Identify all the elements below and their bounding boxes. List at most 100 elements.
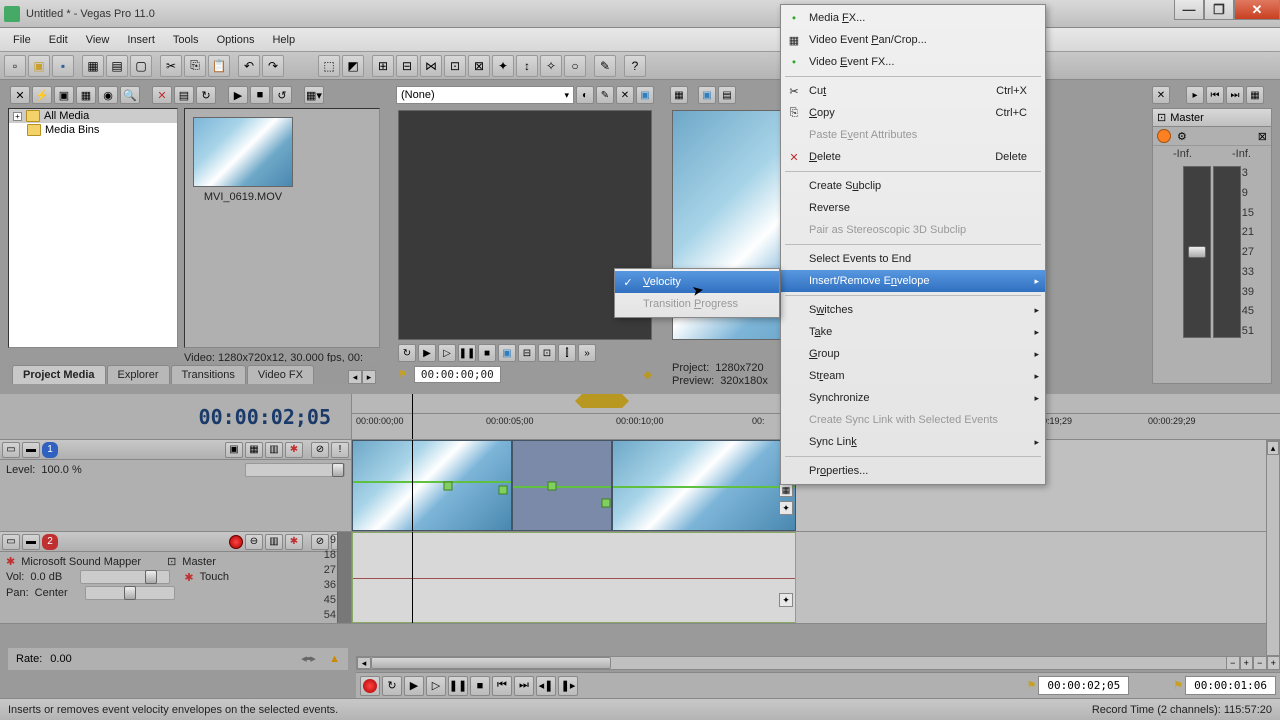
open-icon[interactable]: ▣ [28, 55, 50, 77]
menu-view[interactable]: View [77, 32, 119, 48]
close-button[interactable]: ✕ [1234, 0, 1280, 20]
add-icon[interactable]: ▣ [498, 344, 516, 362]
ctx-take[interactable]: Take▸ [781, 321, 1045, 343]
ctx-switches[interactable]: Switches▸ [781, 299, 1045, 321]
auto-icon[interactable]: ↺ [272, 86, 292, 104]
props-icon[interactable]: ▤ [106, 55, 128, 77]
zoom-vminus[interactable]: − [1253, 656, 1267, 670]
remove-icon[interactable]: ✕ [152, 86, 172, 104]
envelope-point[interactable] [443, 481, 452, 490]
arm-record-icon[interactable] [229, 535, 243, 549]
lock-icon[interactable]: ⊠ [468, 55, 490, 77]
crossfade-icon[interactable]: ⋈ [420, 55, 442, 77]
stop2-icon[interactable]: ■ [478, 344, 496, 362]
help-icon[interactable]: ? [624, 55, 646, 77]
meter-right[interactable]: 3915 212733 394551 [1213, 166, 1241, 338]
search-icon[interactable]: 🔍 [120, 86, 140, 104]
ctx-synchronize[interactable]: Synchronize▸ [781, 387, 1045, 409]
split-icon[interactable]: ✧ [540, 55, 562, 77]
event-fx-icon[interactable]: ✦ [779, 501, 793, 515]
timeline-hscroll[interactable]: ◂ ▸ [356, 656, 1264, 670]
track-number[interactable]: 2 [42, 534, 58, 550]
record-button[interactable] [360, 676, 380, 696]
save-icon[interactable]: ▪ [52, 55, 74, 77]
play-button[interactable]: ▷ [426, 676, 446, 696]
flag3-icon[interactable]: ⚑ [1173, 679, 1183, 692]
redo-icon[interactable]: ↷ [262, 55, 284, 77]
track-number[interactable]: 1 [42, 442, 58, 458]
ctx-insert-remove-envelope[interactable]: Insert/Remove Envelope▸ [781, 270, 1045, 292]
solo-icon[interactable]: ! [331, 442, 349, 458]
minimize-button[interactable]: — [1174, 0, 1204, 20]
ctx-pan-crop[interactable]: ▦Video Event Pan/Crop... [781, 29, 1045, 51]
video-clip[interactable]: ▦ ✦ [612, 440, 796, 531]
snap2-icon[interactable]: ⊟ [396, 55, 418, 77]
import-icon[interactable]: ▣ [54, 86, 74, 104]
video-clip[interactable] [352, 440, 512, 531]
gear2-icon[interactable]: ⚙ [1177, 130, 1187, 143]
paste-icon[interactable]: 📋 [208, 55, 230, 77]
zoom-plus[interactable]: + [1240, 656, 1254, 670]
pause-button[interactable]: ❚❚ [448, 676, 468, 696]
media-content[interactable]: MVI_0619.MOV [184, 108, 380, 348]
gear-icon[interactable] [1157, 129, 1171, 143]
flag-icon[interactable]: ⚑ [398, 368, 408, 381]
tab-video-fx[interactable]: Video FX [247, 365, 314, 384]
menu-help[interactable]: Help [263, 32, 304, 48]
minimize-track-icon[interactable]: ▭ [2, 534, 20, 550]
tree-media-bins[interactable]: Media Bins [9, 123, 177, 137]
views-icon[interactable]: ▦▾ [304, 86, 324, 104]
ext-icon[interactable]: ▣ [636, 86, 654, 104]
auto2-icon[interactable]: ✱ [285, 534, 303, 550]
selection-time-field[interactable]: 00:00:01:06 [1185, 676, 1276, 695]
dim-icon[interactable]: ▦ [1246, 86, 1264, 104]
ctx-cut[interactable]: ✂CutCtrl+X [781, 80, 1045, 102]
media-item[interactable]: MVI_0619.MOV [193, 117, 293, 203]
render-icon[interactable]: ▦ [82, 55, 104, 77]
maximize-track-icon[interactable]: ▬ [22, 534, 40, 550]
doc-icon[interactable]: ▢ [130, 55, 152, 77]
tab-transitions[interactable]: Transitions [171, 365, 246, 384]
minimize-track-icon[interactable]: ▭ [2, 442, 20, 458]
envelope-point[interactable] [602, 499, 611, 508]
tab-next[interactable]: ▸ [362, 370, 376, 384]
menu-edit[interactable]: Edit [40, 32, 77, 48]
go-start[interactable]: ⏮ [492, 676, 512, 696]
audio-clip[interactable]: ✦ [352, 532, 796, 623]
mixer-close-icon[interactable]: ✕ [1152, 86, 1170, 104]
playhead[interactable] [412, 394, 413, 439]
cursor-time-field[interactable]: 00:00:02;05 [1038, 676, 1129, 695]
tree-all-media[interactable]: +All Media [9, 109, 177, 123]
timeline-vscroll[interactable]: ▴ [1266, 440, 1280, 656]
fx-select[interactable]: (None) [396, 86, 574, 104]
mark-icon[interactable]: ⊡ [538, 344, 556, 362]
trimmer-time[interactable]: 00:00:00;00 [414, 366, 501, 383]
bypass-icon[interactable]: ▣ [225, 442, 243, 458]
ctx-subclip[interactable]: Create Subclip [781, 175, 1045, 197]
props2-icon[interactable]: ▤ [174, 86, 194, 104]
lightning-icon[interactable]: ⚡ [32, 86, 52, 104]
more-icon[interactable]: » [578, 344, 596, 362]
mapper-label[interactable]: Microsoft Sound Mapper [21, 556, 141, 568]
ext2-icon[interactable]: ▣ [698, 86, 716, 104]
tab-project-media[interactable]: Project Media [12, 365, 106, 384]
ctx-stream[interactable]: Stream▸ [781, 365, 1045, 387]
scroll-left[interactable]: ◂ [357, 657, 371, 669]
next-bus-icon[interactable]: ⏭ [1226, 86, 1244, 104]
cut-icon[interactable]: ✂ [160, 55, 182, 77]
ctx-copy[interactable]: ⎘CopyCtrl+C [781, 102, 1045, 124]
close-panel-icon[interactable]: ✕ [10, 86, 30, 104]
refresh-icon[interactable]: ↻ [196, 86, 216, 104]
zoom-minus[interactable]: − [1226, 656, 1240, 670]
loop-icon[interactable]: ↻ [398, 344, 416, 362]
cursor-icon[interactable]: ○ [564, 55, 586, 77]
loop-button[interactable]: ↻ [382, 676, 402, 696]
capture-icon[interactable]: ▦ [76, 86, 96, 104]
stop-icon[interactable]: ■ [250, 86, 270, 104]
fx1-icon[interactable]: ◐ [576, 86, 594, 104]
ctx-sync-link[interactable]: Sync Link▸ [781, 431, 1045, 453]
mute-icon[interactable]: ⊠ [1258, 130, 1267, 143]
scrub-control[interactable]: ◂▪▪▪▸ [301, 652, 321, 666]
motion-icon[interactable]: ▦ [245, 442, 263, 458]
copy-icon[interactable]: ⎘ [184, 55, 206, 77]
